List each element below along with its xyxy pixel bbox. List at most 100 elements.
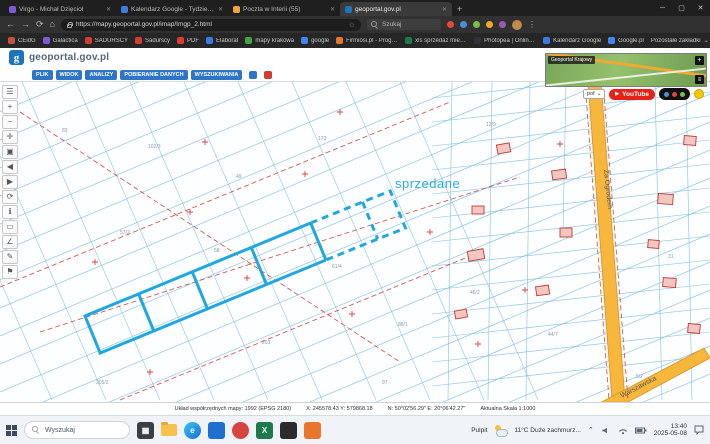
bookmark-label: xls sprzedaż mieszkań [415,37,467,44]
minimap-road [546,66,706,86]
minimap-expand-icon[interactable]: + [695,56,704,65]
app-icon[interactable] [232,421,249,439]
full-extent-icon[interactable]: ▣ [2,145,18,159]
close-tab-icon[interactable]: ✕ [442,6,447,13]
next-view-icon[interactable]: ▶ [2,175,18,189]
excel-icon[interactable]: X [256,421,273,439]
extension-icon[interactable] [472,21,480,28]
close-tab-icon[interactable]: ✕ [330,6,335,13]
notification-icon[interactable] [694,425,704,435]
reload-icon[interactable]: ⟳ [36,20,44,29]
app-icon[interactable] [280,421,297,439]
bookmark-item[interactable]: Kalendarz Google [543,37,601,44]
bookmark-item[interactable]: Sadurscy [135,37,170,44]
other-bookmarks-button[interactable]: Pozostałe zakładki ⌄ [651,37,709,45]
tray-expand-icon[interactable]: ⌃ [588,426,594,434]
menu-wyszukiwania[interactable]: WYSZUKIWANIA [190,69,243,80]
browser-tab-active[interactable]: geoportal.gov.pl ✕ [340,2,452,16]
select-icon[interactable]: ▭ [2,220,18,234]
close-tab-icon[interactable]: ✕ [106,6,111,13]
svg-text:44/7: 44/7 [548,332,558,338]
bookmark-favicon [135,37,143,44]
browser-tab[interactable]: Poczta w Interii (55) ✕ [228,2,340,16]
menu-widok[interactable]: WIDOK [55,69,83,80]
app-icon[interactable] [208,421,225,439]
new-tab-button[interactable]: + [457,4,462,14]
menu-pobieranie-danych[interactable]: POBIERANIE DANYCH [120,69,188,80]
bookmark-item[interactable]: SADURSCY [84,37,129,44]
browser-tab[interactable]: Kalendarz Google - Tydzień, w... ✕ [116,2,228,16]
measure-icon[interactable]: ∠ [2,235,18,249]
refresh-view-icon[interactable]: ⟳ [2,190,18,204]
taskbar: Wyszukaj ▦ e X Pulpit 11°C Duże zachmurz… [0,415,710,444]
task-view-icon[interactable]: ▦ [137,421,154,439]
draw-icon[interactable]: ✎ [2,250,18,264]
weather-text[interactable]: 11°C Duże zachmurz... [514,427,580,434]
bookmark-item[interactable]: google [301,37,329,44]
search-input[interactable]: Szukaj [366,19,441,30]
pan-icon[interactable]: ✛ [2,130,18,144]
overview-minimap[interactable]: Geoportal Krajowy + ≡ [545,53,707,87]
extension-icon[interactable] [459,21,467,28]
taskbar-search-input[interactable]: Wyszukaj [24,421,130,439]
flag-icon[interactable]: ⚑ [2,265,18,279]
basemap-select-value: pof [587,91,595,97]
minimize-button[interactable]: ─ [653,5,672,12]
back-icon[interactable]: ← [6,20,15,29]
map-menu-icon[interactable]: ☰ [2,85,18,99]
map-area: sprzedane Za Ogrodem Warszawska 83 102/3 4… [0,82,710,402]
layers-icon[interactable]: ≡ [695,75,704,84]
menu-analizy[interactable]: ANALIZY [85,69,118,80]
file-explorer-icon[interactable] [161,422,177,436]
youtube-button[interactable]: ▶ YouTube [609,88,655,100]
bookmark-item[interactable]: CEidG [8,37,36,44]
profile-avatar[interactable] [511,19,522,30]
forward-icon[interactable]: → [21,20,30,29]
close-tab-icon[interactable]: ✕ [218,6,223,13]
bookmark-item[interactable]: Galactica [42,37,78,44]
bookmark-item[interactable]: mapy krakowa [245,37,294,44]
help-widget-icon[interactable] [694,89,704,99]
tab-title: Poczta w Interii (55) [243,5,301,13]
home-icon[interactable]: ⌂ [50,20,55,29]
start-button[interactable] [6,424,17,436]
bookmark-item[interactable]: PDF [177,37,199,44]
alert-widget-icon[interactable] [264,70,273,79]
bookmark-item[interactable]: Elaborat [206,37,238,44]
bookmark-item[interactable]: Photopea | Online Pho... [474,37,536,44]
battery-icon[interactable] [634,426,647,435]
menu-plik[interactable]: PLIK [32,69,53,80]
extension-icon[interactable] [485,21,493,28]
browser-menu-icon[interactable]: ⋮ [528,20,536,29]
geoportal-logo[interactable]: g [9,50,24,65]
search-icon [370,20,379,29]
maximize-button[interactable]: ▢ [672,4,691,12]
previous-view-icon[interactable]: ◀ [2,160,18,174]
bookmark-item[interactable]: xls sprzedaż mieszkań [405,37,467,44]
url-field[interactable]: https://mapy.geoportal.gov.pl/imap/Imgp_… [60,18,361,31]
basemap-select[interactable]: pof ⌄ [583,89,606,99]
taskbar-clock[interactable]: 13:40 2025-05-08 [654,423,687,438]
bookmark-item[interactable]: Google.pl [608,37,644,44]
bookmark-label: Google.pl [618,37,644,44]
info-widget-icon[interactable] [249,70,258,79]
sold-label: sprzedane [395,176,460,191]
zoom-out-icon[interactable]: − [2,115,18,129]
widget-pill[interactable] [659,88,690,100]
close-button[interactable]: ✕ [691,4,710,12]
app-icon[interactable] [304,421,321,439]
browser-tab[interactable]: Virgo - Michał Dzięcioł ✕ [4,2,116,16]
bookmark-label: SADURSCY [94,37,129,44]
bookmark-star-icon[interactable]: ☆ [349,21,355,29]
zoom-in-icon[interactable]: + [2,100,18,114]
bookmark-label: PDF [187,37,200,44]
cadastral-map[interactable]: sprzedane Za Ogrodem Warszawska 83102/34… [0,82,710,402]
identify-icon[interactable]: ℹ [2,205,18,219]
network-icon[interactable] [618,426,628,435]
extension-icon[interactable] [498,21,506,28]
bookmark-item[interactable]: Firmiosi.pl - Program f... [336,37,398,44]
extension-icon[interactable] [446,21,454,28]
volume-icon[interactable] [601,426,611,435]
edge-icon[interactable]: e [184,421,201,439]
desktop-toolbar-label[interactable]: Pulpit [471,427,487,434]
